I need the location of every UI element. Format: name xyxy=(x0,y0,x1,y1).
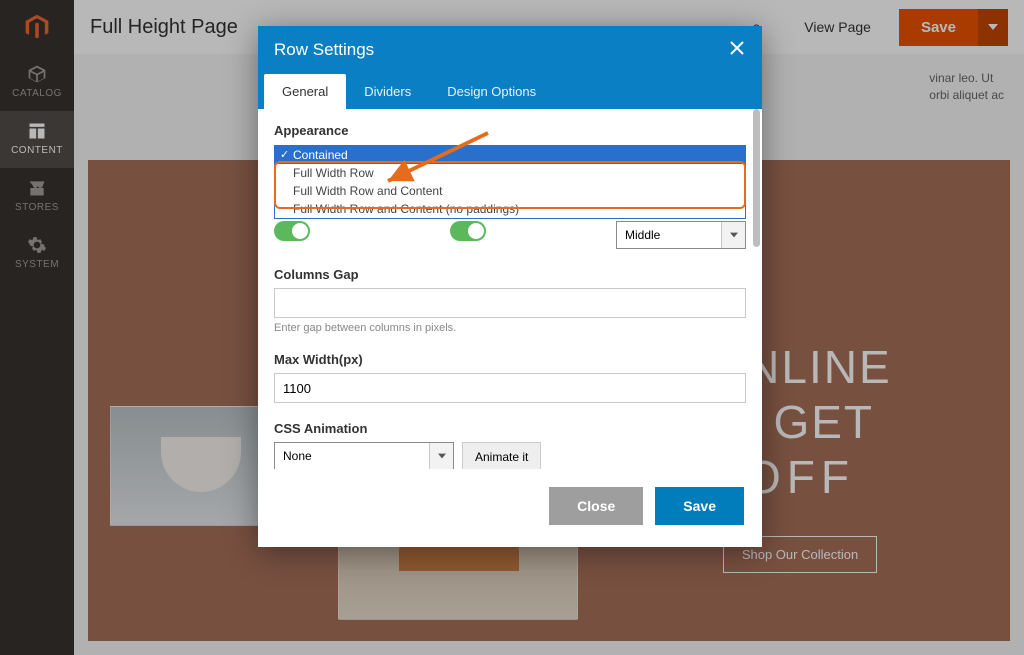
field-appearance: Appearance Contained Full Width Row Full… xyxy=(274,123,746,203)
row-toggles: Middle xyxy=(274,221,746,249)
modal-title: Row Settings xyxy=(274,40,374,60)
row-settings-modal: Row Settings General Dividers Design Opt… xyxy=(258,26,762,547)
appearance-option-full-width-row-content[interactable]: Full Width Row and Content xyxy=(275,182,745,200)
animation-value: None xyxy=(283,449,312,463)
modal-header: Row Settings xyxy=(258,26,762,74)
modal-tabs: General Dividers Design Options xyxy=(258,74,762,109)
vertical-align-select[interactable]: Middle xyxy=(616,221,746,249)
modal-close-icon[interactable] xyxy=(728,39,746,62)
tab-dividers[interactable]: Dividers xyxy=(346,74,429,109)
columns-gap-help: Enter gap between columns in pixels. xyxy=(274,322,746,334)
animation-label: CSS Animation xyxy=(274,421,746,436)
vertical-align-value: Middle xyxy=(625,228,660,242)
chevron-down-icon xyxy=(429,443,453,469)
modal-body: Appearance Contained Full Width Row Full… xyxy=(258,109,762,469)
appearance-label: Appearance xyxy=(274,123,746,138)
appearance-option-full-width-row-content-nopad[interactable]: Full Width Row and Content (no paddings) xyxy=(275,200,745,218)
columns-gap-input[interactable] xyxy=(274,288,746,318)
appearance-option-contained[interactable]: Contained xyxy=(275,146,745,164)
modal-save-button[interactable]: Save xyxy=(655,487,744,525)
max-width-input[interactable] xyxy=(274,373,746,403)
modal-footer: Close Save xyxy=(258,469,762,547)
animation-select[interactable]: None xyxy=(274,442,454,469)
columns-gap-label: Columns Gap xyxy=(274,267,746,282)
chevron-down-icon xyxy=(721,222,745,248)
field-max-width: Max Width(px) xyxy=(274,352,746,403)
field-css-animation: CSS Animation None Animate it xyxy=(274,421,746,469)
tab-general[interactable]: General xyxy=(264,74,346,109)
toggle-2[interactable] xyxy=(450,221,486,241)
max-width-label: Max Width(px) xyxy=(274,352,746,367)
field-columns-gap: Columns Gap Enter gap between columns in… xyxy=(274,267,746,334)
modal-scrollbar[interactable] xyxy=(753,109,760,247)
tab-design-options[interactable]: Design Options xyxy=(429,74,554,109)
animate-it-button[interactable]: Animate it xyxy=(462,442,541,469)
modal-close-button[interactable]: Close xyxy=(549,487,643,525)
toggle-1[interactable] xyxy=(274,221,310,241)
appearance-dropdown[interactable]: Contained Full Width Row Full Width Row … xyxy=(274,145,746,219)
appearance-option-full-width-row[interactable]: Full Width Row xyxy=(275,164,745,182)
